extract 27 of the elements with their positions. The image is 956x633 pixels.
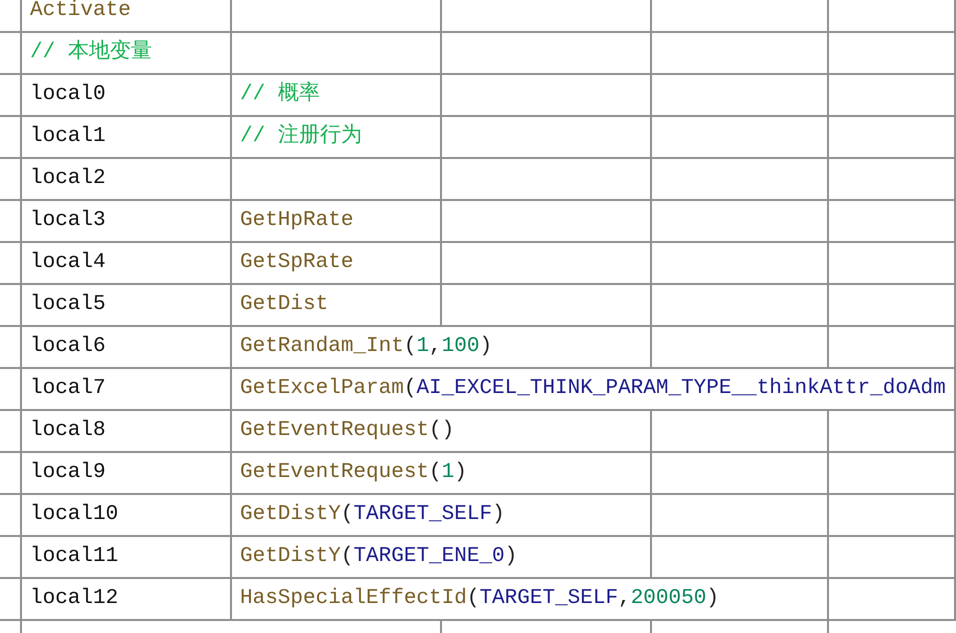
table-cell: local11 <box>22 537 232 577</box>
table-cell: // 注册行为 <box>232 117 442 157</box>
table-cell: local1 <box>22 117 232 157</box>
table-cell: GetDistY(TARGET_SELF) <box>232 495 652 535</box>
table-cell: // 本地变量 <box>22 33 232 73</box>
table-cell: local9 <box>22 453 232 493</box>
table-cell: GetEventRequest() <box>232 411 652 451</box>
table-cell: local2 <box>22 159 232 199</box>
table-cell: local3 <box>22 201 232 241</box>
table-cell: Activate <box>22 0 232 31</box>
table-cell: GetExcelParam(AI_EXCEL_THINK_PARAM_TYPE__thinkAttr_doAdm <box>232 369 956 409</box>
table-cell: local12 <box>22 579 232 619</box>
table-cell: local5 <box>22 285 232 325</box>
table-cell: HasSpecialEffectId(TARGET_SELF,200050) <box>232 579 829 619</box>
table-cell: local10 <box>22 495 232 535</box>
table-cell: GetDistY(TARGET_ENE_0) <box>232 537 652 577</box>
table-cell: GetEventRequest(1) <box>232 453 652 493</box>
table-cell: GetSpRate <box>232 243 442 283</box>
table-cell: GetDist <box>232 285 442 325</box>
table-cell: GetRandam_Int(1,100) <box>232 327 652 367</box>
table-cell: local4 <box>22 243 232 283</box>
table-cell: local6 <box>22 327 232 367</box>
table-cell: local0 <box>22 75 232 115</box>
table-cell: local8 <box>22 411 232 451</box>
table-cell: local7 <box>22 369 232 409</box>
table-cell: GetHpRate <box>232 201 442 241</box>
table-cell: // 概率 <box>232 75 442 115</box>
